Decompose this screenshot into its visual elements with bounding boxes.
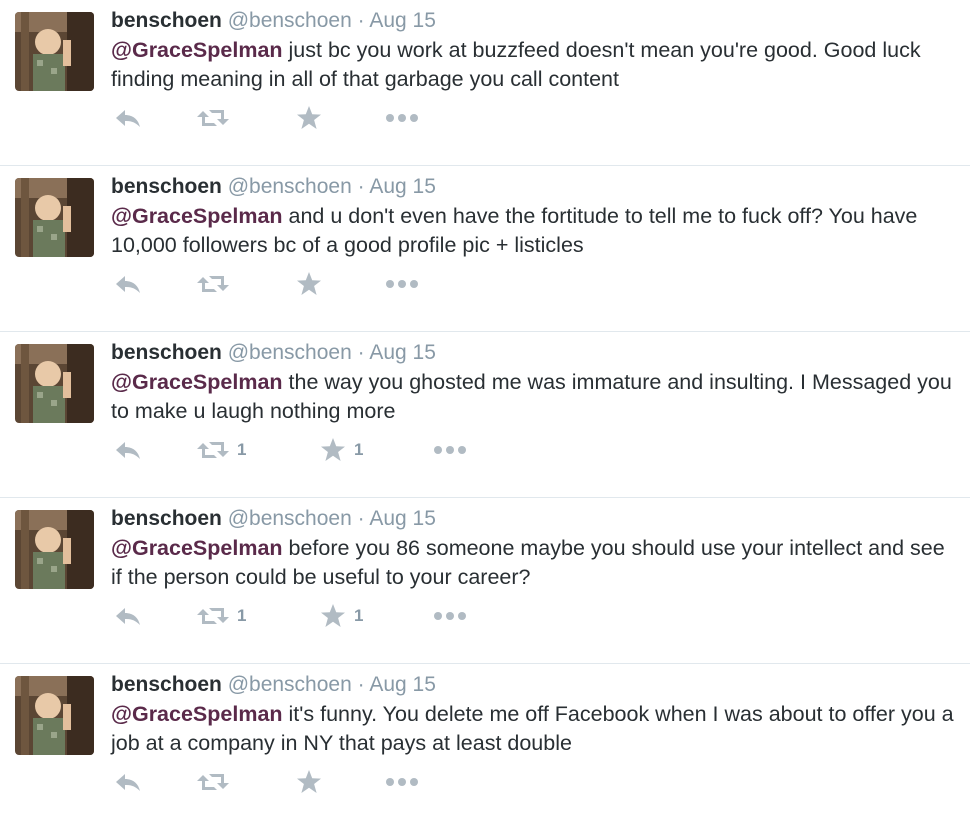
retweet-button[interactable]: [197, 104, 237, 132]
more-button[interactable]: [385, 104, 419, 132]
timestamp[interactable]: Aug 15: [369, 507, 436, 530]
retweet-icon: [197, 606, 229, 626]
more-dots-icon: [433, 611, 467, 621]
tweet[interactable]: benschoen @benschoen · Aug 15 @GraceSpel…: [0, 498, 970, 664]
separator: ·: [357, 673, 365, 696]
tweet[interactable]: benschoen @benschoen · Aug 15 @GraceSpel…: [0, 0, 970, 166]
fullname[interactable]: benschoen: [111, 9, 222, 32]
reply-button[interactable]: [115, 104, 141, 132]
tweet[interactable]: benschoen @benschoen · Aug 15 @GraceSpel…: [0, 332, 970, 498]
timestamp[interactable]: Aug 15: [369, 341, 436, 364]
fullname[interactable]: benschoen: [111, 507, 222, 530]
fullname[interactable]: benschoen: [111, 175, 222, 198]
tweet-text: @GraceSpelman it's funny. You delete me …: [111, 700, 960, 758]
avatar[interactable]: [15, 344, 94, 423]
tweet-header: benschoen @benschoen · Aug 15: [111, 8, 960, 34]
avatar[interactable]: [15, 178, 94, 257]
retweet-count: 1: [237, 440, 247, 459]
retweet-icon: [197, 108, 229, 128]
favorite-button[interactable]: 1: [320, 436, 363, 464]
retweet-button[interactable]: 1: [197, 602, 246, 630]
tweet-text: @GraceSpelman the way you ghosted me was…: [111, 368, 960, 426]
retweet-count: 1: [237, 606, 247, 625]
tweet-text: @GraceSpelman before you 86 someone mayb…: [111, 534, 960, 592]
mention-link[interactable]: @GraceSpelman: [111, 38, 283, 62]
retweet-button[interactable]: [197, 768, 237, 796]
separator: ·: [357, 9, 365, 32]
username[interactable]: @benschoen: [228, 507, 352, 530]
more-button[interactable]: [433, 436, 467, 464]
avatar[interactable]: [15, 12, 94, 91]
tweet-text: @GraceSpelman just bc you work at buzzfe…: [111, 36, 960, 94]
separator: ·: [357, 507, 365, 530]
more-dots-icon: [385, 279, 419, 289]
timeline: benschoen @benschoen · Aug 15 @GraceSpel…: [0, 0, 970, 816]
favorite-button[interactable]: [296, 104, 330, 132]
tweet[interactable]: benschoen @benschoen · Aug 15 @GraceSpel…: [0, 166, 970, 332]
retweet-icon: [197, 772, 229, 792]
retweet-button[interactable]: [197, 270, 237, 298]
mention-link[interactable]: @GraceSpelman: [111, 536, 283, 560]
tweet-header: benschoen @benschoen · Aug 15: [111, 672, 960, 698]
favorite-button[interactable]: 1: [320, 602, 363, 630]
reply-icon: [115, 606, 141, 626]
reply-icon: [115, 274, 141, 294]
fullname[interactable]: benschoen: [111, 341, 222, 364]
username[interactable]: @benschoen: [228, 9, 352, 32]
star-icon: [296, 770, 322, 794]
mention-link[interactable]: @GraceSpelman: [111, 702, 283, 726]
tweet-header: benschoen @benschoen · Aug 15: [111, 340, 960, 366]
star-icon: [296, 272, 322, 296]
more-dots-icon: [433, 445, 467, 455]
star-icon: [320, 438, 346, 462]
more-dots-icon: [385, 113, 419, 123]
more-button[interactable]: [433, 602, 467, 630]
favorite-count: 1: [354, 606, 364, 625]
retweet-icon: [197, 440, 229, 460]
favorite-count: 1: [354, 440, 364, 459]
separator: ·: [357, 341, 365, 364]
username[interactable]: @benschoen: [228, 175, 352, 198]
reply-icon: [115, 772, 141, 792]
timestamp[interactable]: Aug 15: [369, 9, 436, 32]
tweet-content: benschoen @benschoen · Aug 15 @GraceSpel…: [111, 506, 960, 592]
reply-button[interactable]: [115, 768, 141, 796]
favorite-button[interactable]: [296, 270, 330, 298]
star-icon: [320, 604, 346, 628]
tweet-content: benschoen @benschoen · Aug 15 @GraceSpel…: [111, 174, 960, 260]
tweet-header: benschoen @benschoen · Aug 15: [111, 506, 960, 532]
tweet-content: benschoen @benschoen · Aug 15 @GraceSpel…: [111, 8, 960, 94]
reply-button[interactable]: [115, 602, 141, 630]
star-icon: [296, 106, 322, 130]
tweet-header: benschoen @benschoen · Aug 15: [111, 174, 960, 200]
tweet[interactable]: benschoen @benschoen · Aug 15 @GraceSpel…: [0, 664, 970, 816]
fullname[interactable]: benschoen: [111, 673, 222, 696]
retweet-icon: [197, 274, 229, 294]
reply-button[interactable]: [115, 270, 141, 298]
reply-icon: [115, 108, 141, 128]
mention-link[interactable]: @GraceSpelman: [111, 204, 283, 228]
reply-button[interactable]: [115, 436, 141, 464]
mention-link[interactable]: @GraceSpelman: [111, 370, 283, 394]
timestamp[interactable]: Aug 15: [369, 673, 436, 696]
reply-icon: [115, 440, 141, 460]
avatar[interactable]: [15, 676, 94, 755]
username[interactable]: @benschoen: [228, 341, 352, 364]
more-button[interactable]: [385, 768, 419, 796]
tweet-content: benschoen @benschoen · Aug 15 @GraceSpel…: [111, 340, 960, 426]
avatar[interactable]: [15, 510, 94, 589]
separator: ·: [357, 175, 365, 198]
tweet-content: benschoen @benschoen · Aug 15 @GraceSpel…: [111, 672, 960, 758]
more-button[interactable]: [385, 270, 419, 298]
tweet-text: @GraceSpelman and u don't even have the …: [111, 202, 960, 260]
more-dots-icon: [385, 777, 419, 787]
timestamp[interactable]: Aug 15: [369, 175, 436, 198]
favorite-button[interactable]: [296, 768, 330, 796]
retweet-button[interactable]: 1: [197, 436, 246, 464]
username[interactable]: @benschoen: [228, 673, 352, 696]
